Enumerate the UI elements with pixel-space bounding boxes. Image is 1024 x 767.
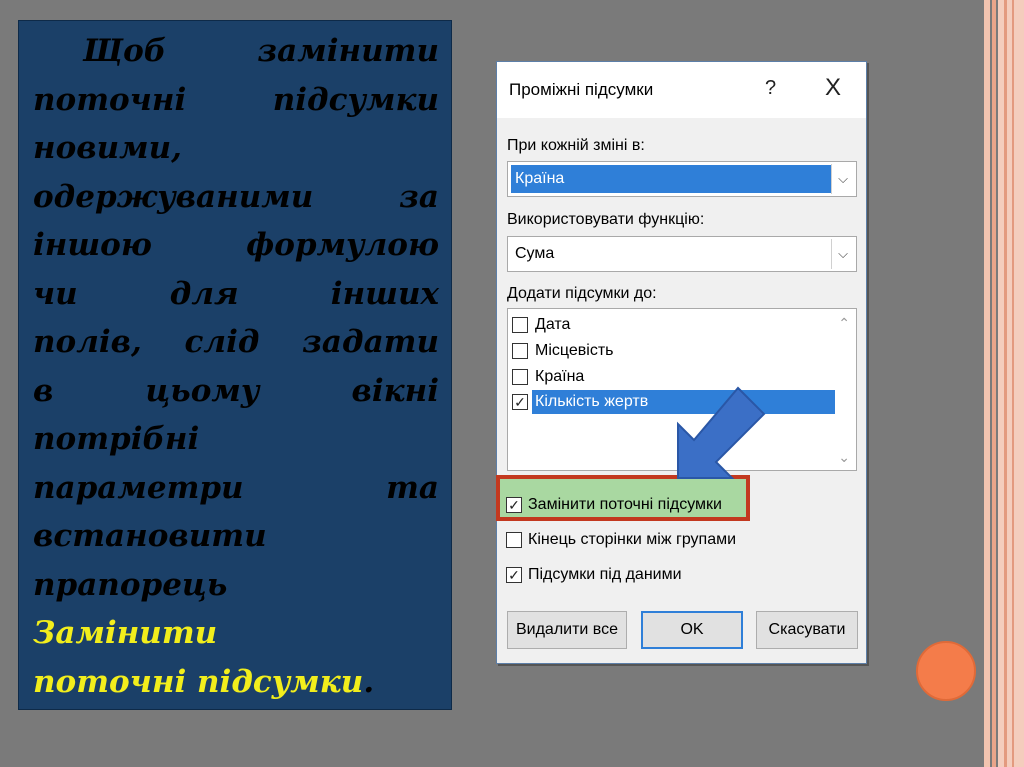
close-icon[interactable]: X [825, 74, 841, 102]
field-checkbox[interactable] [512, 369, 528, 385]
function-value: Сума [515, 245, 555, 262]
field-checkbox[interactable] [512, 317, 528, 333]
list-item[interactable]: Місцевість [512, 339, 832, 363]
decor-stripe [992, 0, 996, 767]
highlighted-text-line: поточні підсумки [33, 663, 364, 700]
field-checkbox[interactable] [512, 343, 528, 359]
text-line: в цьому вікні [33, 372, 439, 409]
cancel-button[interactable]: Скасувати [756, 611, 858, 649]
summary-below-checkbox[interactable]: ✓ [506, 567, 522, 583]
text-line: одержуваними за [33, 178, 439, 215]
scroll-down-icon[interactable]: ⌄ [838, 449, 850, 466]
field-checkbox[interactable]: ✓ [512, 394, 528, 410]
text-line: потрібні [33, 421, 200, 457]
decor-stripe [1012, 0, 1014, 767]
list-item[interactable]: Дата [512, 313, 832, 337]
chevron-down-icon[interactable]: ⌵ [831, 164, 854, 194]
dialog-title: Проміжні підсумки [509, 80, 654, 99]
field-label: Місцевість [535, 342, 614, 359]
function-label: Використовувати функцію: [507, 211, 705, 228]
text-line: чи для інших [33, 275, 439, 312]
group-by-select[interactable]: Країна ⌵ [507, 161, 857, 197]
summary-below-label: Підсумки під даними [528, 566, 682, 583]
text-line: іншою формулою [33, 227, 439, 263]
ok-button[interactable]: OK [641, 611, 743, 649]
pointer-arrow-icon [677, 386, 766, 479]
text-line: прапорець [33, 566, 228, 603]
decorative-circle [916, 641, 976, 701]
replace-subtotals-label: Замінити поточні підсумки [528, 496, 722, 513]
dialog-titlebar: Проміжні підсумки ? X [497, 62, 866, 118]
page-break-label: Кінець сторінки між групами [528, 531, 737, 548]
text-line: Щоб замінити [83, 33, 439, 69]
group-by-label: При кожній зміні в: [507, 137, 645, 154]
instruction-paragraph: Щоб замінити поточні підсумки новими, од… [33, 27, 439, 706]
chevron-down-icon[interactable]: ⌵ [831, 239, 854, 269]
function-select[interactable]: Сума ⌵ [507, 236, 857, 272]
text-line: поточні підсумки [33, 81, 439, 118]
scroll-up-icon[interactable]: ⌃ [838, 315, 850, 332]
text-line: встановити [33, 518, 267, 554]
add-subtotal-label: Додати підсумки до: [507, 285, 657, 302]
highlighted-text-line: Замінити [33, 615, 218, 651]
text-line: новими, [33, 130, 182, 166]
replace-subtotals-checkbox[interactable]: ✓ [506, 497, 522, 513]
page-break-checkbox[interactable] [506, 532, 522, 548]
field-label: Дата [535, 316, 571, 333]
decor-stripe [984, 0, 990, 767]
remove-all-button[interactable]: Видалити все [507, 611, 627, 649]
field-label: Країна [535, 368, 585, 385]
decor-stripe [1004, 0, 1007, 767]
help-icon[interactable]: ? [765, 77, 776, 100]
text-line: полів, слід задати [33, 324, 439, 360]
trailing-period: . [363, 663, 375, 700]
decor-stripe [998, 0, 1024, 767]
group-by-value: Країна [511, 165, 831, 193]
instruction-text-panel: Щоб замінити поточні підсумки новими, од… [18, 20, 452, 710]
text-line: параметри та [33, 469, 439, 506]
